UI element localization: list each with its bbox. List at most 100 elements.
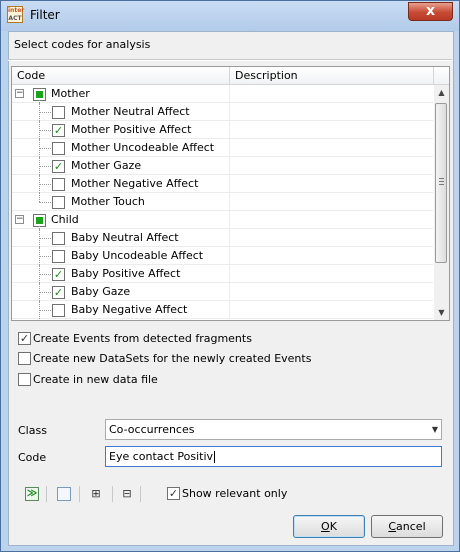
tree-line: [39, 130, 51, 131]
item-label: Baby Positive Affect: [71, 267, 181, 280]
cell-divider: [229, 301, 230, 319]
collapse-icon[interactable]: −: [15, 215, 24, 224]
item-label: Baby Uncodeable Affect: [71, 249, 204, 262]
expand-all-icon[interactable]: ⊞: [88, 487, 104, 501]
option-label: Create Events from detected fragments: [33, 332, 252, 345]
item-checkbox-checked[interactable]: ✓: [52, 160, 65, 173]
close-button[interactable]: x: [408, 2, 453, 21]
text-caret: [214, 451, 216, 463]
check-all-icon[interactable]: ≫: [25, 487, 39, 501]
tree-line: [39, 310, 51, 311]
item-checkbox[interactable]: [52, 142, 65, 155]
code-input[interactable]: Eye contact Positiv: [105, 446, 442, 467]
item-checkbox[interactable]: [52, 196, 65, 209]
show-relevant-label: Show relevant only: [182, 487, 288, 500]
grip-line: [439, 184, 444, 185]
cell-divider: [229, 85, 230, 103]
ok-label-rest: K: [329, 520, 337, 533]
tree-item-row[interactable]: Baby Uncodeable Affect: [12, 247, 433, 265]
scroll-up-icon[interactable]: ▲: [434, 85, 449, 100]
tree-line: [39, 193, 40, 202]
tree-item-row[interactable]: Mother Touch: [12, 193, 433, 211]
code-input-value: Eye contact Positiv: [109, 450, 214, 463]
item-checkbox[interactable]: [52, 106, 65, 119]
tree-group-row[interactable]: − Mother: [12, 85, 433, 103]
cell-divider: [229, 103, 230, 121]
option-label: Create new DataSets for the newly create…: [33, 352, 312, 365]
toolbar-divider: [79, 486, 80, 502]
create-datasets-checkbox[interactable]: [18, 352, 31, 365]
item-checkbox-checked[interactable]: ✓: [52, 286, 65, 299]
title-bar: inter ACT Filter x: [1, 1, 459, 31]
item-checkbox[interactable]: [52, 178, 65, 191]
tree-item-row[interactable]: Baby Neutral Affect: [12, 229, 433, 247]
item-label: Mother Neutral Affect: [71, 105, 190, 118]
cell-divider: [229, 229, 230, 247]
cell-divider: [229, 211, 230, 229]
window-title: Filter: [30, 8, 60, 22]
tree-group-row[interactable]: − Child: [12, 211, 433, 229]
cancel-mnemonic: C: [388, 520, 397, 533]
tree-item-row[interactable]: ✓ Mother Gaze: [12, 157, 433, 175]
tree-line: [39, 148, 51, 149]
toolbar-divider: [140, 486, 141, 502]
item-checkbox[interactable]: [52, 250, 65, 263]
new-data-file-checkbox[interactable]: [18, 373, 31, 386]
tree-line: [39, 184, 51, 185]
group-label: Mother: [51, 87, 90, 100]
item-label: Baby Gaze: [71, 285, 131, 298]
cell-divider: [229, 247, 230, 265]
scroll-down-icon[interactable]: ▼: [434, 305, 449, 320]
cell-divider: [229, 265, 230, 283]
cancel-button[interactable]: Cancel: [371, 515, 443, 538]
item-label: Mother Negative Affect: [71, 177, 199, 190]
class-label: Class: [18, 424, 47, 437]
item-checkbox-checked[interactable]: ✓: [52, 124, 65, 137]
tree-item-row[interactable]: ✓ Baby Gaze: [12, 283, 433, 301]
tree-item-row[interactable]: Baby Negative Affect: [12, 301, 433, 319]
class-dropdown[interactable]: Co-occurrences ▼: [105, 419, 442, 440]
item-label: Mother Uncodeable Affect: [71, 141, 215, 154]
column-header-filler: [434, 67, 449, 85]
grip-line: [439, 181, 444, 182]
item-label: Baby Neutral Affect: [71, 231, 179, 244]
tree-item-row[interactable]: ✓ Baby Positive Affect: [12, 265, 433, 283]
tree-item-row[interactable]: Mother Neutral Affect: [12, 103, 433, 121]
separator: [8, 59, 452, 61]
tree-rows: − Mother Mother Neutral Affect ✓ Mother …: [12, 85, 433, 319]
item-checkbox[interactable]: [52, 232, 65, 245]
item-checkbox-checked[interactable]: ✓: [52, 268, 65, 281]
item-label: Mother Positive Affect: [71, 123, 192, 136]
chevron-down-icon[interactable]: ▼: [432, 420, 438, 439]
option-label: Create in new data file: [33, 373, 158, 386]
collapse-all-icon[interactable]: ⊟: [121, 487, 133, 501]
uncheck-all-icon[interactable]: [57, 487, 71, 501]
group-label: Child: [51, 213, 79, 226]
create-events-checkbox[interactable]: ✓: [18, 332, 31, 345]
column-header-code[interactable]: Code: [12, 67, 230, 85]
column-header-description[interactable]: Description: [230, 67, 434, 85]
code-tree-grid[interactable]: Code Description − Mother Mother Neutral…: [11, 66, 450, 321]
grip-line: [439, 178, 444, 179]
code-label: Code: [18, 451, 47, 464]
tree-line: [39, 202, 51, 203]
toolbar-divider: [46, 486, 47, 502]
item-checkbox[interactable]: [52, 304, 65, 317]
show-relevant-checkbox[interactable]: ✓: [167, 487, 180, 500]
scroll-thumb[interactable]: [435, 103, 447, 263]
collapse-icon[interactable]: −: [15, 89, 24, 98]
tree-item-row[interactable]: ✓ Mother Positive Affect: [12, 121, 433, 139]
tree-line: [39, 238, 51, 239]
cell-divider: [229, 157, 230, 175]
vertical-scrollbar[interactable]: ▲ ▼: [434, 85, 449, 320]
tree-item-row[interactable]: Mother Negative Affect: [12, 175, 433, 193]
cell-divider: [229, 175, 230, 193]
tree-line: [39, 166, 51, 167]
ok-button[interactable]: OK: [293, 515, 365, 538]
item-label: Mother Gaze: [71, 159, 142, 172]
cell-divider: [229, 139, 230, 157]
cell-divider: [229, 193, 230, 211]
tree-item-row[interactable]: Mother Uncodeable Affect: [12, 139, 433, 157]
cell-divider: [229, 283, 230, 301]
tree-line: [39, 256, 51, 257]
